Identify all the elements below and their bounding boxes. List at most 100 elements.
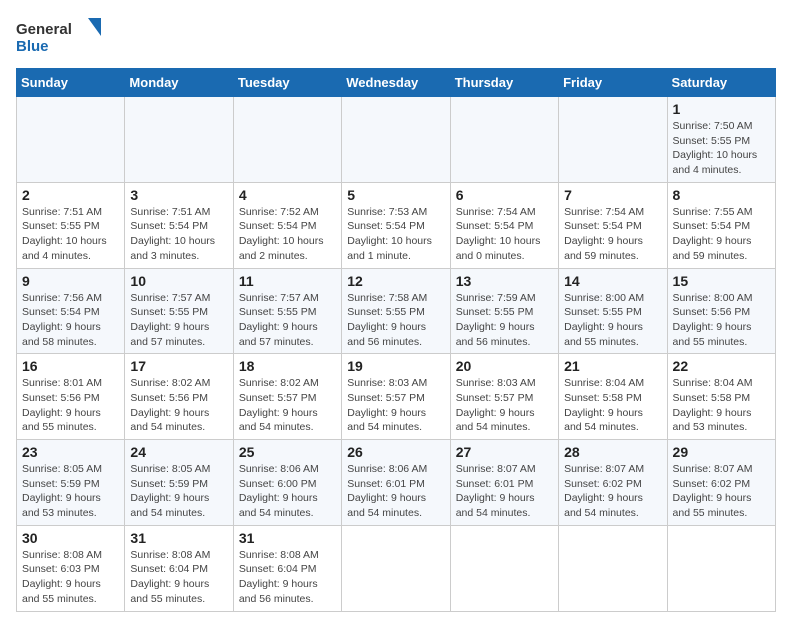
calendar-cell: 16 Sunrise: 8:01 AMSunset: 5:56 PMDayligh… — [17, 354, 125, 440]
calendar-cell: 31 Sunrise: 8:08 AMSunset: 6:04 PMDayligh… — [233, 525, 341, 611]
calendar-cell: 12Sunrise: 7:58 AMSunset: 5:55 PMDayligh… — [342, 268, 450, 354]
day-info: Sunrise: 8:01 AMSunset: 5:56 PMDaylight:… — [22, 376, 119, 435]
day-info: Sunrise: 8:02 AMSunset: 5:56 PMDaylight:… — [130, 376, 227, 435]
day-info: Sunrise: 8:08 AMSunset: 6:03 PMDaylight:… — [22, 548, 119, 607]
day-info: Sunrise: 7:54 AMSunset: 5:54 PMDaylight:… — [456, 205, 553, 264]
calendar-cell: 25Sunrise: 8:06 AMSunset: 6:00 PMDayligh… — [233, 440, 341, 526]
day-number: 28 — [564, 444, 661, 460]
calendar-cell: 26Sunrise: 8:06 AMSunset: 6:01 PMDayligh… — [342, 440, 450, 526]
day-number: 2 — [22, 187, 119, 203]
day-number: 22 — [673, 358, 770, 374]
calendar-cell: 15Sunrise: 8:00 AMSunset: 5:56 PMDayligh… — [667, 268, 775, 354]
calendar-cell: 23 Sunrise: 8:05 AMSunset: 5:59 PMDayligh… — [17, 440, 125, 526]
day-number: 7 — [564, 187, 661, 203]
calendar-cell: 18 Sunrise: 8:02 AMSunset: 5:57 PMDayligh… — [233, 354, 341, 440]
day-number: 24 — [130, 444, 227, 460]
day-number: 27 — [456, 444, 553, 460]
day-info: Sunrise: 8:00 AMSunset: 5:55 PMDaylight:… — [564, 291, 661, 350]
day-info: Sunrise: 8:05 AMSunset: 5:59 PMDaylight:… — [22, 462, 119, 521]
day-info: Sunrise: 8:07 AMSunset: 6:02 PMDaylight:… — [673, 462, 770, 521]
calendar-cell: 30 Sunrise: 8:08 AMSunset: 6:03 PMDayligh… — [17, 525, 125, 611]
calendar-week-row: 23 Sunrise: 8:05 AMSunset: 5:59 PMDayligh… — [17, 440, 776, 526]
day-info: Sunrise: 7:50 AMSunset: 5:55 PMDaylight:… — [673, 119, 770, 178]
day-info: Sunrise: 8:08 AMSunset: 6:04 PMDaylight:… — [239, 548, 336, 607]
day-info: Sunrise: 7:51 AMSunset: 5:54 PMDaylight:… — [130, 205, 227, 264]
calendar-cell: 21 Sunrise: 8:04 AMSunset: 5:58 PMDayligh… — [559, 354, 667, 440]
day-number: 25 — [239, 444, 336, 460]
day-number: 16 — [22, 358, 119, 374]
day-info: Sunrise: 8:04 AMSunset: 5:58 PMDaylight:… — [564, 376, 661, 435]
page-header: General Blue — [16, 16, 776, 56]
calendar-cell: 20Sunrise: 8:03 AMSunset: 5:57 PMDayligh… — [450, 354, 558, 440]
day-number: 11 — [239, 273, 336, 289]
day-number: 12 — [347, 273, 444, 289]
calendar-cell — [450, 97, 558, 183]
calendar-cell: 2 Sunrise: 7:51 AMSunset: 5:55 PMDaylight… — [17, 182, 125, 268]
day-info: Sunrise: 8:08 AMSunset: 6:04 PMDaylight:… — [130, 548, 227, 607]
day-number: 13 — [456, 273, 553, 289]
calendar-cell: 9 Sunrise: 7:56 AMSunset: 5:54 PMDaylight… — [17, 268, 125, 354]
calendar-cell: 7 Sunrise: 7:54 AMSunset: 5:54 PMDaylight… — [559, 182, 667, 268]
calendar-cell — [342, 525, 450, 611]
day-number: 23 — [22, 444, 119, 460]
day-number: 30 — [22, 530, 119, 546]
calendar-cell: 11 Sunrise: 7:57 AMSunset: 5:55 PMDayligh… — [233, 268, 341, 354]
svg-text:Blue: Blue — [16, 38, 49, 55]
calendar-cell — [342, 97, 450, 183]
day-info: Sunrise: 8:05 AMSunset: 5:59 PMDaylight:… — [130, 462, 227, 521]
day-info: Sunrise: 7:54 AMSunset: 5:54 PMDaylight:… — [564, 205, 661, 264]
day-info: Sunrise: 7:51 AMSunset: 5:55 PMDaylight:… — [22, 205, 119, 264]
day-number: 18 — [239, 358, 336, 374]
calendar-cell: 29 Sunrise: 8:07 AMSunset: 6:02 PMDayligh… — [667, 440, 775, 526]
calendar-cell — [667, 525, 775, 611]
calendar-cell — [450, 525, 558, 611]
calendar-cell: 3 Sunrise: 7:51 AMSunset: 5:54 PMDaylight… — [125, 182, 233, 268]
day-number: 31 — [130, 530, 227, 546]
day-info: Sunrise: 8:00 AMSunset: 5:56 PMDaylight:… — [673, 291, 770, 350]
day-info: Sunrise: 7:56 AMSunset: 5:54 PMDaylight:… — [22, 291, 119, 350]
day-number: 14 — [564, 273, 661, 289]
day-info: Sunrise: 8:03 AMSunset: 5:57 PMDaylight:… — [456, 376, 553, 435]
calendar-cell: 13Sunrise: 7:59 AMSunset: 5:55 PMDayligh… — [450, 268, 558, 354]
day-number: 9 — [22, 273, 119, 289]
calendar-cell — [233, 97, 341, 183]
calendar-cell — [17, 97, 125, 183]
calendar-cell — [559, 525, 667, 611]
column-header-monday: Monday — [125, 69, 233, 97]
day-info: Sunrise: 8:04 AMSunset: 5:58 PMDaylight:… — [673, 376, 770, 435]
day-number: 6 — [456, 187, 553, 203]
day-number: 8 — [673, 187, 770, 203]
day-number: 4 — [239, 187, 336, 203]
calendar-week-row: 30 Sunrise: 8:08 AMSunset: 6:03 PMDayligh… — [17, 525, 776, 611]
calendar-cell: 4 Sunrise: 7:52 AMSunset: 5:54 PMDaylight… — [233, 182, 341, 268]
calendar-cell — [559, 97, 667, 183]
day-info: Sunrise: 8:06 AMSunset: 6:01 PMDaylight:… — [347, 462, 444, 521]
column-header-sunday: Sunday — [17, 69, 125, 97]
calendar-cell: 17Sunrise: 8:02 AMSunset: 5:56 PMDayligh… — [125, 354, 233, 440]
day-number: 31 — [239, 530, 336, 546]
day-info: Sunrise: 7:55 AMSunset: 5:54 PMDaylight:… — [673, 205, 770, 264]
column-header-friday: Friday — [559, 69, 667, 97]
calendar-cell — [125, 97, 233, 183]
calendar-cell: 27 Sunrise: 8:07 AMSunset: 6:01 PMDayligh… — [450, 440, 558, 526]
day-number: 19 — [347, 358, 444, 374]
calendar-cell: 8 Sunrise: 7:55 AMSunset: 5:54 PMDaylight… — [667, 182, 775, 268]
calendar-cell: 10Sunrise: 7:57 AMSunset: 5:55 PMDayligh… — [125, 268, 233, 354]
day-number: 3 — [130, 187, 227, 203]
calendar-cell: 28 Sunrise: 8:07 AMSunset: 6:02 PMDayligh… — [559, 440, 667, 526]
day-info: Sunrise: 8:07 AMSunset: 6:02 PMDaylight:… — [564, 462, 661, 521]
svg-text:General: General — [16, 21, 72, 38]
day-number: 10 — [130, 273, 227, 289]
calendar-cell: 1Sunrise: 7:50 AMSunset: 5:55 PMDaylight… — [667, 97, 775, 183]
calendar-cell: 24 Sunrise: 8:05 AMSunset: 5:59 PMDayligh… — [125, 440, 233, 526]
day-info: Sunrise: 8:02 AMSunset: 5:57 PMDaylight:… — [239, 376, 336, 435]
day-number: 21 — [564, 358, 661, 374]
column-header-saturday: Saturday — [667, 69, 775, 97]
calendar-week-row: 9 Sunrise: 7:56 AMSunset: 5:54 PMDaylight… — [17, 268, 776, 354]
day-info: Sunrise: 8:07 AMSunset: 6:01 PMDaylight:… — [456, 462, 553, 521]
day-number: 29 — [673, 444, 770, 460]
day-info: Sunrise: 7:52 AMSunset: 5:54 PMDaylight:… — [239, 205, 336, 264]
column-header-tuesday: Tuesday — [233, 69, 341, 97]
day-info: Sunrise: 7:57 AMSunset: 5:55 PMDaylight:… — [239, 291, 336, 350]
calendar-table: SundayMondayTuesdayWednesdayThursdayFrid… — [16, 68, 776, 612]
